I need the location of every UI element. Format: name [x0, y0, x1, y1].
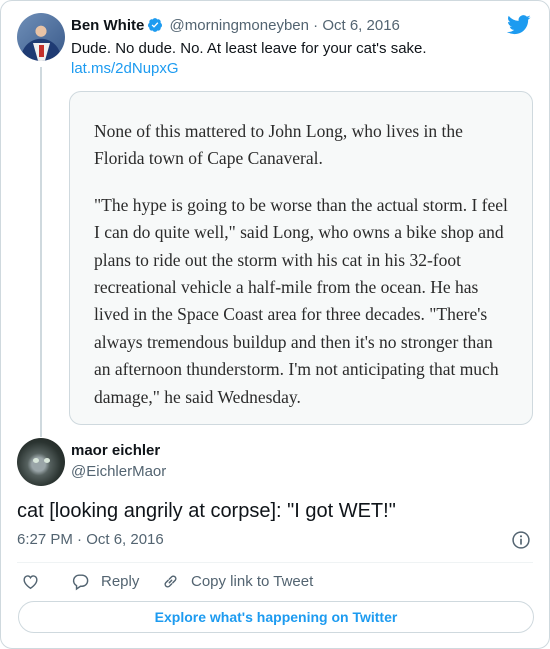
avatar[interactable]: [17, 438, 65, 486]
parent-header: Ben White @morningmoneyben · Oct 6, 2016: [71, 16, 400, 36]
tweet-card: Ben White @morningmoneyben · Oct 6, 2016…: [0, 0, 550, 649]
quote-paragraph: None of this mattered to John Long, who …: [94, 121, 463, 169]
reply-button[interactable]: Reply: [71, 570, 139, 592]
author-handle[interactable]: @EichlerMaor: [71, 463, 166, 480]
author-name[interactable]: maor eichler: [71, 442, 160, 459]
reply-icon: [72, 573, 89, 590]
quote-image[interactable]: None of this mattered to John Long, who …: [69, 91, 533, 425]
link-icon: [164, 575, 177, 587]
avatar-eye: [44, 458, 50, 463]
reply-label: Reply: [101, 572, 140, 590]
author-name[interactable]: Ben White: [71, 17, 144, 34]
avatar-tie: [39, 45, 44, 57]
verified-badge-icon: [148, 18, 163, 32]
heart-icon: [23, 574, 38, 589]
avatar-eye: [33, 458, 39, 463]
tweet-link[interactable]: lat.ms/2dNupxG: [71, 59, 179, 79]
info-icon[interactable]: [511, 530, 531, 550]
copy-link-button[interactable]: Copy link to Tweet: [161, 570, 313, 592]
parent-tweet[interactable]: Ben White @morningmoneyben · Oct 6, 2016…: [17, 13, 533, 437]
avatar[interactable]: [17, 13, 65, 61]
explore-button[interactable]: Explore what's happening on Twitter: [18, 601, 534, 633]
tweet-timestamp[interactable]: 6:27 PM · Oct 6, 2016: [17, 531, 164, 548]
tweet-date[interactable]: Oct 6, 2016: [322, 17, 400, 34]
thread-line: [40, 67, 42, 437]
separator: ·: [313, 17, 319, 34]
parent-tweet-text: Dude. No dude. No. At least leave for yo…: [71, 40, 427, 57]
quote-paragraph: "The hype is going to be worse than the …: [94, 194, 508, 407]
author-handle[interactable]: @morningmoneyben: [170, 17, 309, 34]
divider: [17, 562, 533, 563]
twitter-bird-icon[interactable]: [507, 15, 531, 35]
copy-link-label: Copy link to Tweet: [191, 572, 314, 590]
like-button[interactable]: [21, 570, 40, 592]
tweet-text: cat [looking angrily at corpse]: "I got …: [17, 500, 396, 522]
